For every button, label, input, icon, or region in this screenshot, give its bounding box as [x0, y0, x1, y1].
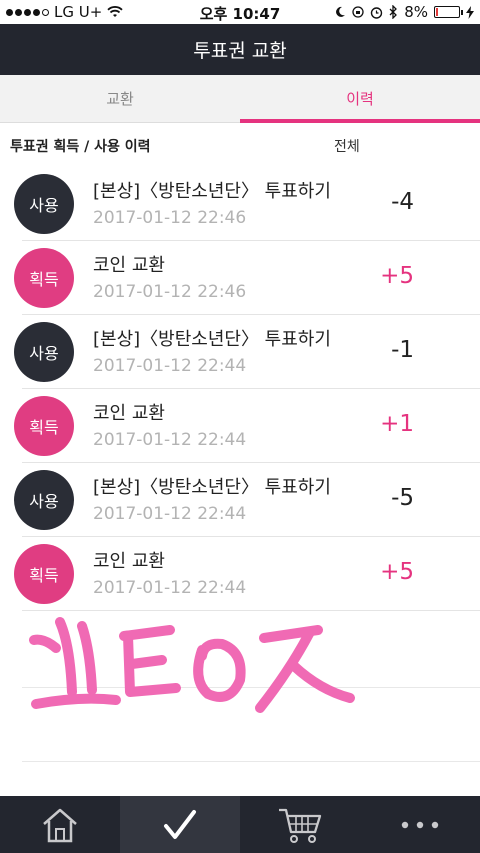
tab-history-label: 이력 [346, 90, 374, 108]
item-title: 코인 교환 [93, 551, 165, 572]
item-title: [본상]〈방탄소년단〉 투표하기 [93, 477, 331, 498]
item-date: 2017-01-12 22:44 [93, 578, 247, 598]
list-item[interactable]: 사용 [본상]〈방탄소년단〉 투표하기 2017-01-12 22:44 -1 [0, 315, 480, 389]
list-item[interactable]: 획득 코인 교환 2017-01-12 22:44 +1 [0, 389, 480, 463]
use-badge: 사용 [14, 322, 74, 382]
item-title: 코인 교환 [93, 255, 165, 276]
lock-rotation-icon [352, 6, 364, 18]
filter-dropdown[interactable]: 전체 [334, 136, 360, 156]
item-amount: -4 [391, 189, 414, 215]
item-date: 2017-01-12 22:44 [93, 356, 247, 376]
get-badge: 획득 [14, 544, 74, 604]
status-right: 8% [334, 3, 474, 21]
use-badge: 사용 [14, 470, 74, 530]
item-amount: +1 [380, 411, 414, 437]
bottom-tab-bar [0, 796, 480, 853]
tab-exchange-label: 교환 [106, 90, 134, 108]
list-header: 투표권 획득 / 사용 이력 전체 [0, 124, 480, 167]
tab-history[interactable]: 이력 [240, 75, 480, 123]
status-bar: LG U+ 오후 10:47 8% [0, 0, 480, 24]
battery-level [436, 8, 438, 16]
tab-exchange[interactable]: 교환 [0, 75, 240, 122]
battery-percent: 8% [404, 3, 428, 21]
item-amount: +5 [380, 559, 414, 585]
charging-icon [466, 5, 474, 19]
item-date: 2017-01-12 22:46 [93, 282, 247, 302]
bluetooth-icon [389, 5, 398, 19]
item-date: 2017-01-12 22:44 [93, 504, 247, 524]
battery-icon [434, 6, 463, 18]
check-icon [164, 809, 196, 839]
tab-vote[interactable] [120, 796, 240, 853]
use-badge: 사용 [14, 174, 74, 234]
nav-header: 투표권 교환 [0, 24, 480, 75]
item-amount: -1 [391, 337, 414, 363]
list-title: 투표권 획득 / 사용 이력 [10, 139, 151, 155]
moon-icon [336, 6, 346, 17]
history-list: 사용 [본상]〈방탄소년단〉 투표하기 2017-01-12 22:46 -4 … [0, 167, 480, 611]
tab-home[interactable] [0, 796, 120, 853]
alarm-icon [371, 6, 383, 19]
item-title: 코인 교환 [93, 403, 165, 424]
tab-more[interactable] [360, 796, 480, 853]
list-item[interactable]: 사용 [본상]〈방탄소년단〉 투표하기 2017-01-12 22:44 -5 [0, 463, 480, 537]
item-amount: -5 [391, 485, 414, 511]
list-item[interactable]: 사용 [본상]〈방탄소년단〉 투표하기 2017-01-12 22:46 -4 [0, 167, 480, 241]
tab-shop[interactable] [240, 796, 360, 853]
item-amount: +5 [380, 263, 414, 289]
divider [22, 761, 480, 762]
item-date: 2017-01-12 22:44 [93, 430, 247, 450]
tab-bar: 교환 이력 [0, 75, 480, 123]
get-badge: 획득 [14, 248, 74, 308]
item-title: [본상]〈방탄소년단〉 투표하기 [93, 329, 331, 350]
item-date: 2017-01-12 22:46 [93, 208, 247, 228]
cart-icon [279, 808, 322, 843]
more-icon [401, 821, 439, 828]
get-badge: 획득 [14, 396, 74, 456]
handwritten-scribble [29, 617, 355, 713]
item-title: [본상]〈방탄소년단〉 투표하기 [93, 181, 331, 202]
page-title: 투표권 교환 [193, 40, 287, 62]
list-item[interactable]: 획득 코인 교환 2017-01-12 22:46 +5 [0, 241, 480, 315]
home-icon [43, 808, 77, 842]
